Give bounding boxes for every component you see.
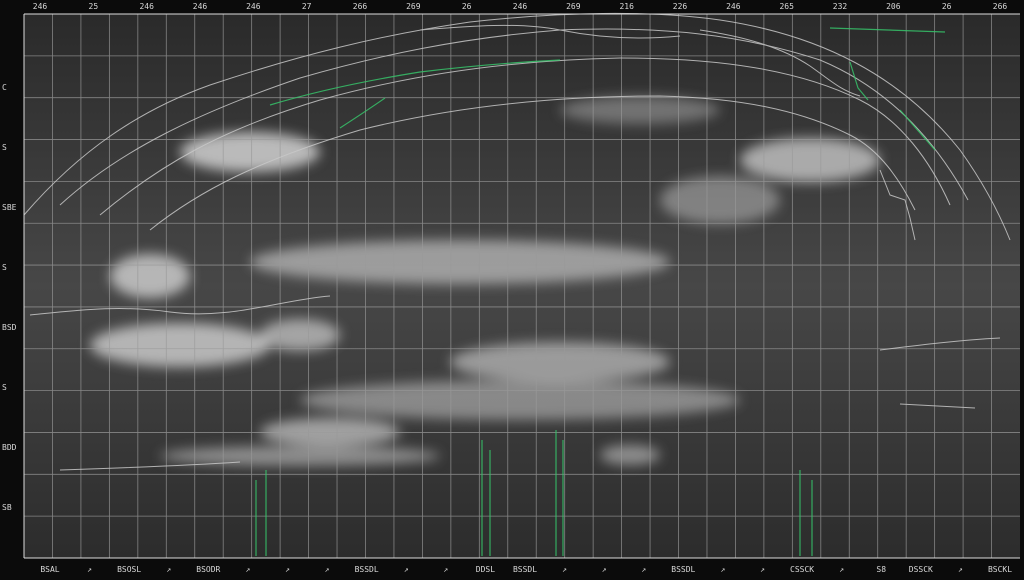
bottom-tick-label: DDSL: [476, 565, 495, 574]
bottom-tick-label: BSSDL: [671, 565, 695, 574]
left-tick-label: SB: [2, 503, 12, 512]
top-tick-label: 246: [33, 2, 48, 11]
bottom-tick-label: CSSCK: [790, 565, 814, 574]
grid-canvas: 246 25 246 246 246 27 266 269 26 246 269 216 226 246 2…: [0, 0, 1024, 576]
cloud: [260, 418, 400, 446]
bottom-tick-label: ↗: [87, 565, 92, 574]
top-tick-label: 269: [406, 2, 421, 11]
bottom-tick-label: ↗: [958, 565, 963, 574]
top-tick-label: 25: [89, 2, 99, 11]
top-tick-label: 269: [566, 2, 581, 11]
bottom-tick-label: ↗: [404, 565, 409, 574]
bottom-tick-label: BSOSL: [117, 565, 141, 574]
bottom-tick-label: ↗: [839, 565, 844, 574]
bottom-tick-label: S8: [876, 565, 886, 574]
top-tick-label: 246: [513, 2, 528, 11]
cloud: [560, 96, 720, 124]
bottom-tick-label: ↗: [166, 565, 171, 574]
top-tick-label: 246: [193, 2, 208, 11]
cloud: [110, 254, 190, 298]
bottom-tick-label: BSSDL: [513, 565, 537, 574]
top-tick-label: 232: [833, 2, 848, 11]
chart-panel: 246 25 246 246 246 27 266 269 26 246 269 216 226 246 2…: [0, 0, 1024, 576]
cloud: [600, 445, 660, 465]
top-tick-label: 246: [139, 2, 154, 11]
top-tick-label: 26: [462, 2, 472, 11]
bottom-tick-label: BSSDL: [355, 565, 379, 574]
bottom-tick-label: ↗: [246, 565, 251, 574]
bottom-tick-label: ↗: [325, 565, 330, 574]
cloud: [180, 132, 320, 172]
top-tick-label: 266: [993, 2, 1008, 11]
bottom-tick-label: ↗: [760, 565, 765, 574]
left-tick-label: S: [2, 143, 7, 152]
left-tick-label: BSD: [2, 323, 17, 332]
left-tick-label: C: [2, 83, 7, 92]
bottom-tick-label: ↗: [602, 565, 607, 574]
cloud: [250, 240, 670, 284]
top-tick-label: 216: [619, 2, 634, 11]
left-tick-label: SBE: [2, 203, 17, 212]
top-tick-label: 246: [726, 2, 741, 11]
top-tick-label: 246: [246, 2, 261, 11]
top-tick-label: 266: [353, 2, 368, 11]
top-tick-label: 226: [673, 2, 688, 11]
left-tick-label: BDD: [2, 443, 17, 452]
top-tick-label: 206: [886, 2, 901, 11]
bottom-tick-label: ↗: [721, 565, 726, 574]
bottom-tick-label: BSODR: [196, 565, 220, 574]
left-tick-label: S: [2, 383, 7, 392]
cloud: [300, 380, 740, 420]
bottom-tick-label: ↗: [285, 565, 290, 574]
left-tick-label: S: [2, 263, 7, 272]
top-tick-label: 26: [942, 2, 952, 11]
cloud: [160, 446, 440, 466]
top-tick-label: 265: [779, 2, 794, 11]
bottom-tick-label: ↗: [562, 565, 567, 574]
top-tick-label: 27: [302, 2, 312, 11]
bottom-tick-label: ↗: [641, 565, 646, 574]
cloud: [90, 323, 270, 367]
bottom-tick-label: DSSCK: [909, 565, 933, 574]
cloud: [260, 319, 340, 351]
bottom-tick-label: BSAL: [40, 565, 59, 574]
cloud: [450, 342, 670, 382]
cloud: [660, 176, 780, 224]
bottom-tick-label: ↗: [443, 565, 448, 574]
cloud: [740, 138, 880, 182]
bottom-tick-label: BSCKL: [988, 565, 1012, 574]
